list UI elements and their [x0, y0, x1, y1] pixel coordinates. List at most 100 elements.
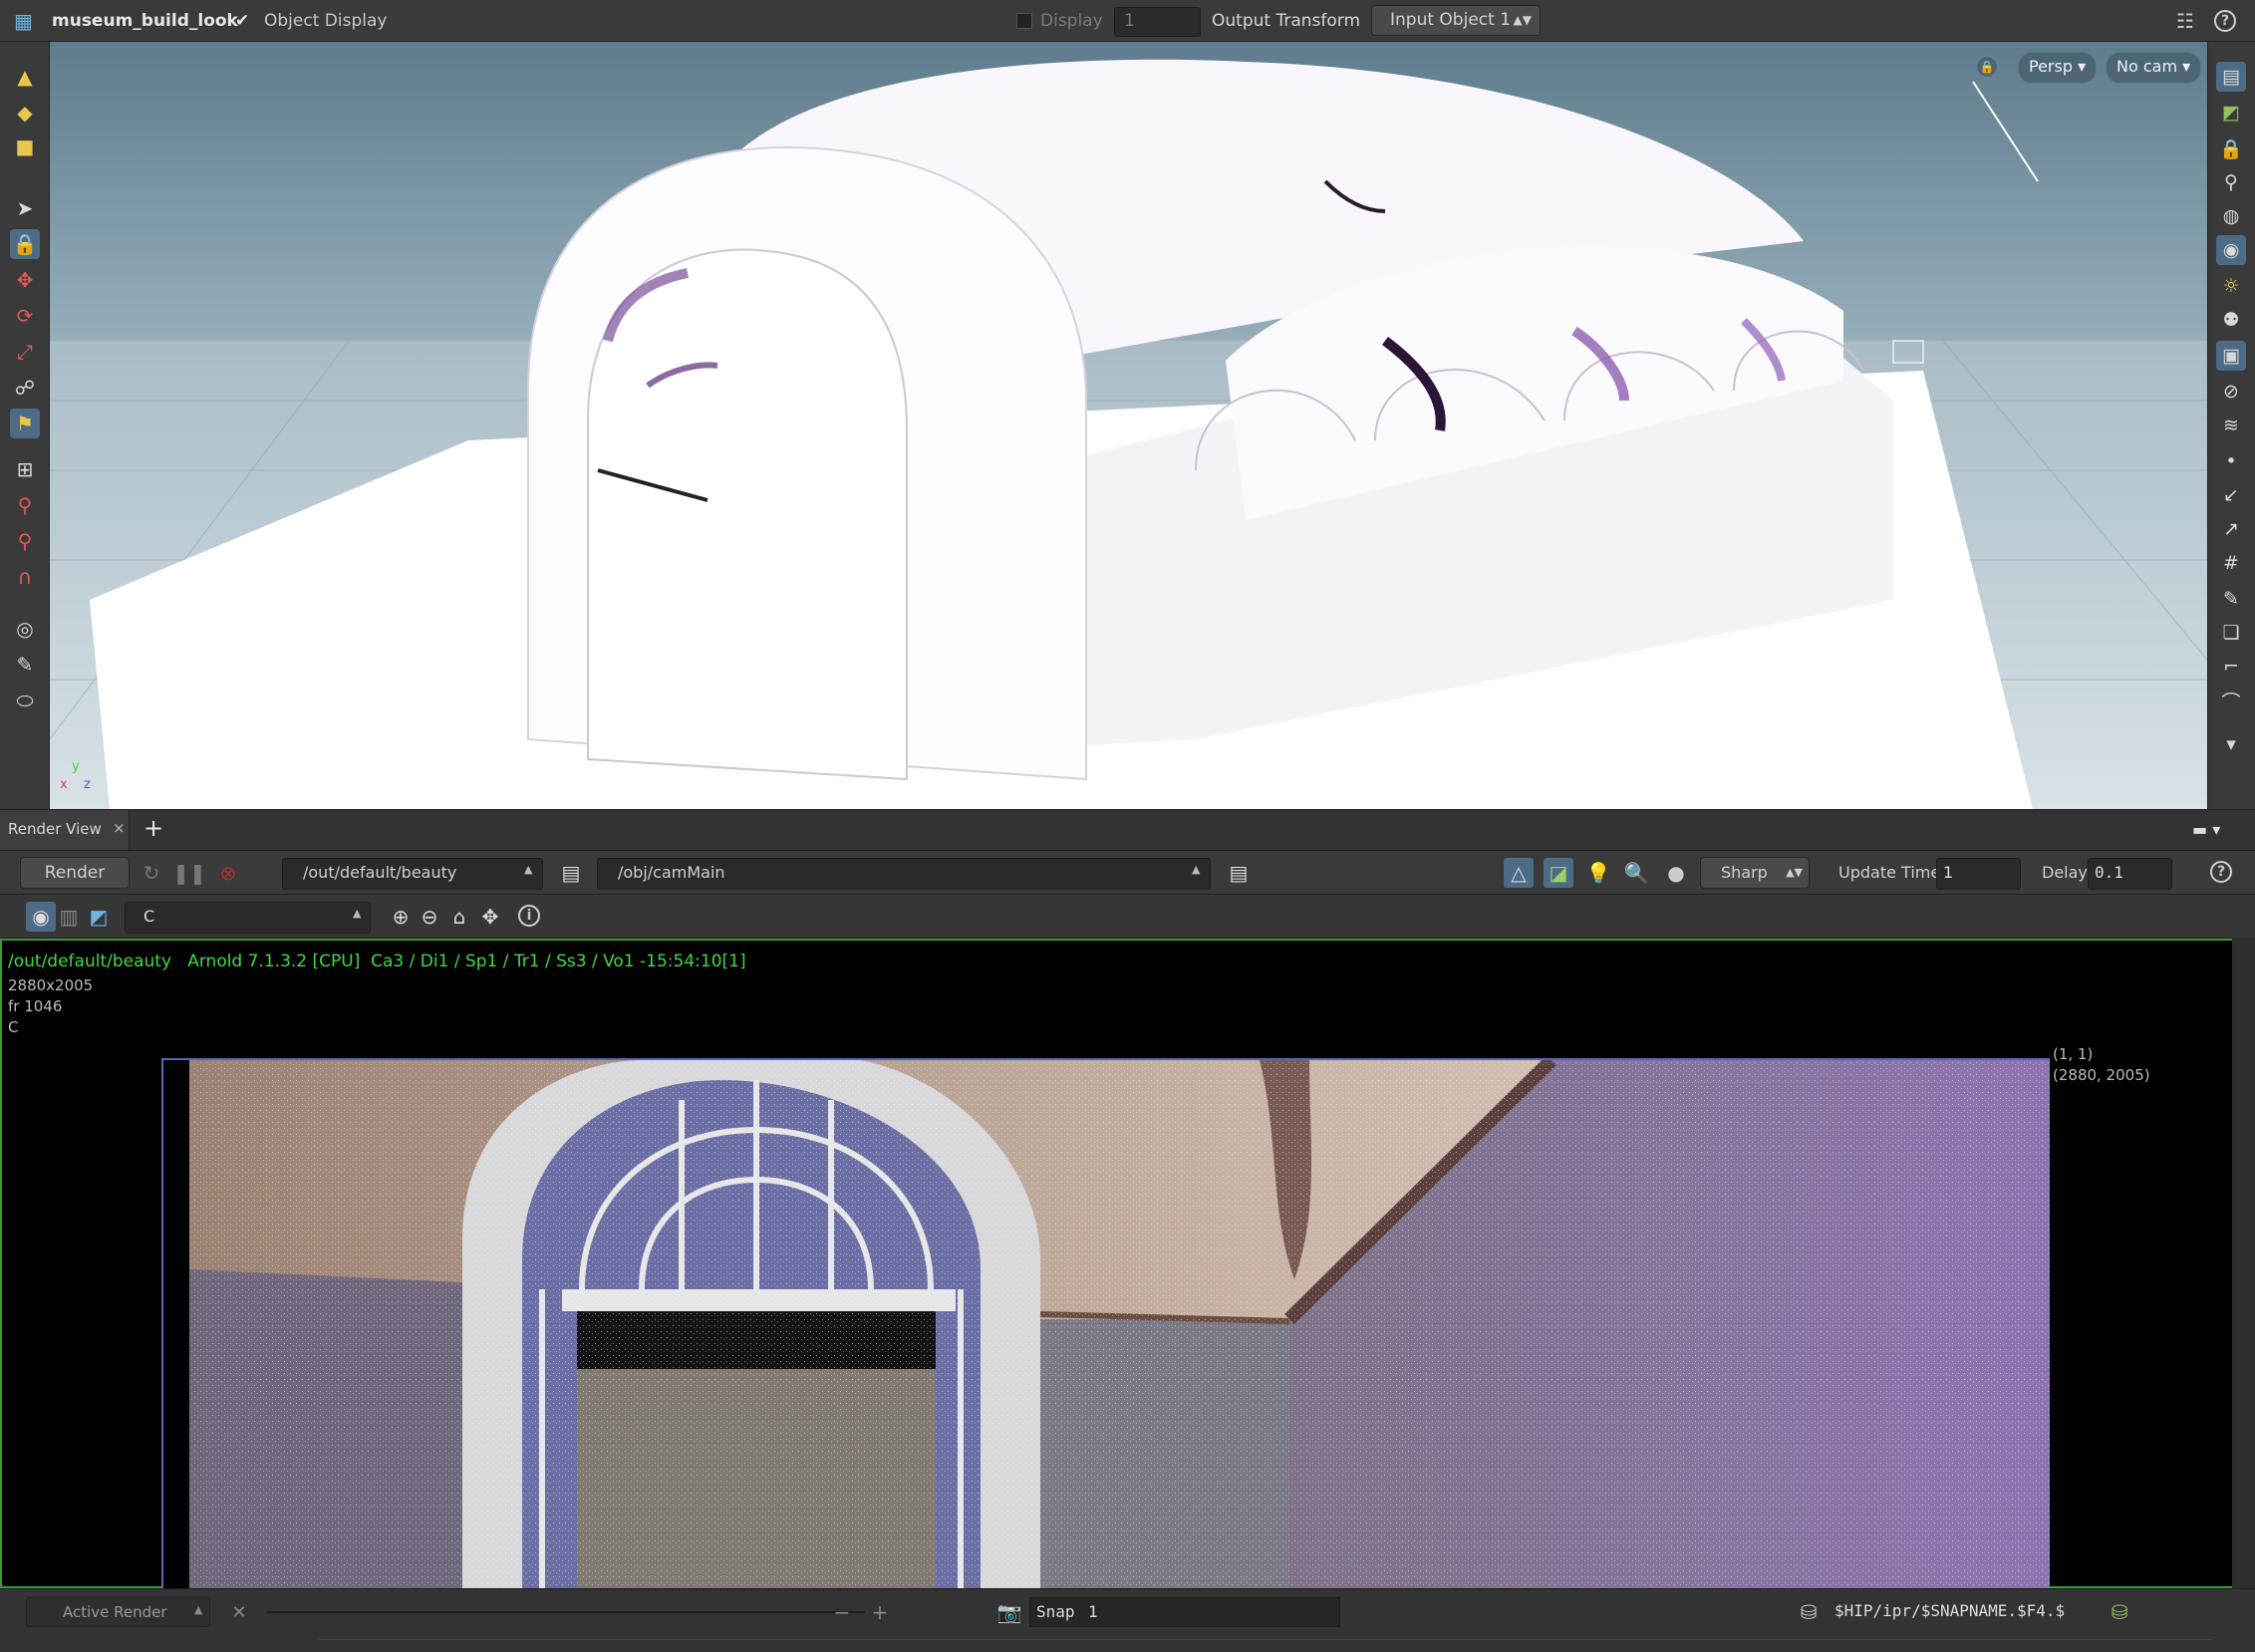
lock-view-icon[interactable]: 🔒 [1976, 56, 1998, 78]
zoom-in-icon[interactable]: ⊕ [386, 902, 416, 932]
pose-figure-icon[interactable]: ☍ [10, 373, 40, 403]
updown-arrows-icon: ▲▼ [1513, 13, 1532, 27]
split-view-icon[interactable]: ▥ [54, 902, 84, 932]
scene-name: museum_build_look [52, 11, 238, 31]
render-view-canvas[interactable]: /out/default/beauty Arnold 7.1.3.2 [CPU]… [0, 939, 2244, 1588]
brush-tool-icon[interactable]: ■ [10, 132, 40, 161]
zoom-out-icon[interactable]: ⊖ [415, 902, 444, 932]
layers-icon[interactable]: ≋ [2216, 411, 2246, 440]
corner-icon[interactable]: ⌐ [2216, 652, 2246, 682]
pin-icon[interactable]: ⚲ [2216, 167, 2246, 197]
right-toolbar: ▤ ◩ 🔒 ⚲ ◍ ◉ ☼ ⚉ ▣ ⊘ ≋ • ↙ ↗ # ✎ ❏ ⌐ ⌒ ▾ [2207, 42, 2255, 809]
template-icon[interactable]: ⊘ [2216, 377, 2246, 407]
close-tab-icon[interactable]: × [113, 819, 126, 837]
expand-down-icon[interactable]: ▾ [2216, 729, 2246, 759]
magnet-icon[interactable]: ∩ [10, 562, 40, 592]
pose-tool-icon[interactable]: ◆ [10, 98, 40, 128]
paint-tool-icon[interactable]: ✎ [10, 650, 40, 680]
frame-icon[interactable]: ✥ [475, 902, 505, 932]
move-tool-icon[interactable]: ✥ [10, 265, 40, 295]
disk-tool-icon[interactable]: ⬭ [10, 686, 40, 715]
region-render-icon[interactable]: △ [1504, 858, 1534, 888]
headlight-icon[interactable]: ⚉ [2216, 305, 2246, 335]
color-view-icon[interactable]: ◉ [26, 902, 56, 932]
left-toolbar: ▲ ◆ ■ ➤ 🔒 ✥ ⟳ ⤢ ☍ ⚑ ⊞ ⚲ ⚲ ∩ ◎ ✎ ⬭ [0, 42, 50, 809]
pen-icon[interactable]: ✎ [2216, 584, 2246, 614]
zoom-render-icon[interactable]: 🔍 [1621, 858, 1651, 888]
persp-menu[interactable]: Persp ▾ [2018, 52, 2098, 84]
render-channel: C [8, 1018, 19, 1036]
input-object-select[interactable]: Input Object 1 ▲▼ [1371, 5, 1541, 36]
rotate-tool-icon[interactable]: ⟳ [10, 301, 40, 331]
preview-render-icon[interactable]: ◪ [1544, 858, 1573, 888]
add-tab-icon[interactable]: + [143, 814, 163, 842]
camera-jump-icon[interactable]: ▤ [1224, 858, 1254, 888]
sharp-menu[interactable]: Sharp ▲▼ [1700, 857, 1810, 889]
delay-field[interactable]: 0.1 [2088, 858, 2172, 890]
axis-z-label: z [84, 777, 91, 792]
aov-select[interactable]: C ▲ [125, 902, 371, 934]
camera-menu[interactable]: No cam ▾ [2106, 52, 2202, 84]
object-display-toggle[interactable]: Object Display [264, 0, 387, 42]
display-field[interactable]: 1 [1114, 7, 1201, 37]
input-object-value: Input Object 1 [1390, 10, 1512, 30]
slider-minus-icon[interactable]: − [827, 1597, 857, 1627]
display-checkbox[interactable] [1016, 13, 1032, 29]
display-options-icon[interactable]: ▤ [2216, 62, 2246, 92]
export-icon[interactable]: ⛁ [2105, 1597, 2134, 1627]
3d-viewport[interactable]: 🔒 Persp ▾ No cam ▾ x y z [50, 42, 2207, 809]
lock-camera-icon[interactable]: 🔒 [2216, 134, 2246, 163]
camera-path-field[interactable]: /obj/camMain ▲ [597, 858, 1211, 890]
sharp-updown-icon: ▲▼ [1786, 866, 1803, 879]
home-icon[interactable]: ⌂ [444, 902, 474, 932]
update-time-field[interactable]: 1 [1936, 858, 2021, 890]
light-icon[interactable]: ◉ [2216, 235, 2246, 265]
compare-view-icon[interactable]: ◩ [84, 902, 114, 932]
number-icon[interactable]: # [2216, 548, 2246, 578]
pause-icon[interactable]: ❚❚ [172, 858, 206, 888]
snap-field[interactable]: Snap 1 [1029, 1597, 1340, 1627]
ghost-icon[interactable]: ◩ [2216, 98, 2246, 128]
layout-icon[interactable]: ☷ [2176, 0, 2194, 42]
point-icon[interactable]: • [2216, 446, 2246, 476]
camera-view-icon[interactable]: ▣ [2216, 341, 2246, 371]
help-icon[interactable]: ? [2214, 10, 2236, 32]
stop-icon[interactable]: ⊗ [213, 858, 243, 888]
checkmark-icon[interactable]: ✔ [235, 0, 249, 42]
info-icon[interactable]: i [518, 905, 540, 927]
snapshot-camera-icon[interactable]: 📷 [994, 1597, 1024, 1627]
select-arrow-icon[interactable]: ➤ [10, 193, 40, 223]
save-snapshot-icon[interactable]: ⛁ [1794, 1597, 1824, 1627]
slider-plus-icon[interactable]: + [865, 1597, 895, 1627]
rop-path-field[interactable]: /out/default/beauty ▲ [282, 858, 543, 890]
active-render-select[interactable]: Active Render ▲ [26, 1597, 210, 1627]
light-bulb-icon[interactable]: 💡 [1583, 858, 1613, 888]
pane-menu-icon[interactable]: ▬ ▾ [2192, 820, 2220, 839]
camera-path-value: /obj/camMain [618, 863, 725, 882]
snapshot-path-field[interactable]: $HIP/ipr/$SNAPNAME.$F4.$ [1829, 1597, 2088, 1627]
render-button[interactable]: Render [20, 857, 130, 889]
bulb-icon[interactable]: ☼ [2216, 271, 2246, 301]
sphere-icon[interactable]: ● [1661, 858, 1691, 888]
scale-tool-icon[interactable]: ⤢ [10, 337, 40, 367]
snap-grid-icon[interactable]: ⊞ [10, 454, 40, 484]
delete-snapshot-icon[interactable]: ✕ [224, 1597, 254, 1627]
stack-icon[interactable]: ❏ [2216, 618, 2246, 648]
rop-updown-icon: ▲ [524, 863, 533, 876]
tab-render-view[interactable]: Render View × [0, 810, 130, 850]
snapshot-slider-track[interactable] [267, 1611, 865, 1613]
edge-icon[interactable]: ↗ [2216, 514, 2246, 544]
view-tool-icon[interactable]: ⚑ [10, 409, 40, 438]
normal-icon[interactable]: ↙ [2216, 480, 2246, 510]
shading-icon[interactable]: ◍ [2216, 201, 2246, 231]
handle-tool-icon[interactable]: ▲ [10, 62, 40, 92]
snap-point-icon[interactable]: ⚲ [10, 526, 40, 556]
brush-icon[interactable]: ⌒ [2216, 686, 2246, 715]
rop-jump-icon[interactable]: ▤ [556, 858, 586, 888]
snap-curve-icon[interactable]: ⚲ [10, 490, 40, 520]
render-help-icon[interactable]: ? [2210, 861, 2232, 883]
refresh-icon[interactable]: ↻ [137, 858, 166, 888]
camera-tool-icon[interactable]: ◎ [10, 614, 40, 644]
render-scrollbar[interactable] [2232, 939, 2255, 1588]
lock-select-icon[interactable]: 🔒 [10, 229, 40, 259]
